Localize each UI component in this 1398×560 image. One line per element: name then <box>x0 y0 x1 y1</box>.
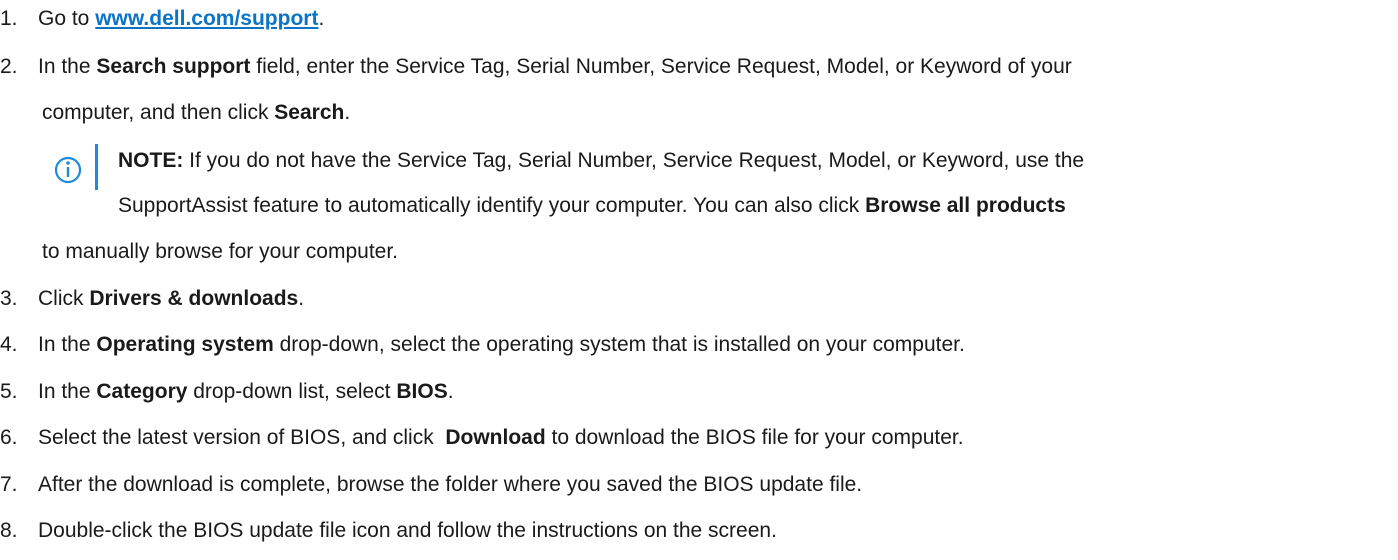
step-text: Select the latest version of BIOS, and c… <box>38 426 964 449</box>
step-text: Double-click the BIOS update file icon a… <box>38 519 777 542</box>
note-line-2: SupportAssist feature to automatically i… <box>118 194 1066 217</box>
step-number: 5. <box>0 380 18 403</box>
step-text: Go to www.dell.com/support. <box>38 7 325 30</box>
ui-term-search-support: Search support <box>96 55 251 78</box>
info-icon <box>54 144 98 190</box>
note-label: NOTE: <box>118 149 184 172</box>
bios-update-instructions: 1. Go to www.dell.com/support. 2. In the S… <box>0 0 1398 560</box>
ui-term-browse-all-products: Browse all products <box>865 194 1066 217</box>
ui-term-search: Search <box>274 101 345 124</box>
step-2-continuation: computer, and then click Search. <box>42 101 351 124</box>
note-line-3: to manually browse for your computer. <box>42 240 398 263</box>
ui-term-operating-system: Operating system <box>96 333 274 356</box>
dell-support-link[interactable]: www.dell.com/support <box>95 7 318 30</box>
ui-term-bios: BIOS <box>396 380 448 403</box>
step-number: 7. <box>0 473 18 496</box>
step-4: 4. In the Operating system drop-down, sel… <box>0 333 965 357</box>
step-text: In the Category drop-down list, select B… <box>38 380 454 403</box>
step-number: 3. <box>0 287 18 310</box>
step-1: 1. Go to www.dell.com/support. <box>0 7 324 31</box>
step-7: 7. After the download is complete, browse… <box>0 473 862 497</box>
step-text: Click Drivers & downloads. <box>38 287 305 310</box>
step-number: 1. <box>0 7 18 30</box>
step-8: 8. Double-click the BIOS update file icon… <box>0 519 777 543</box>
step-number: 8. <box>0 519 18 542</box>
step-number: 6. <box>0 426 18 449</box>
step-5: 5. In the Category drop-down list, select… <box>0 380 454 404</box>
step-text: After the download is complete, browse t… <box>38 473 863 496</box>
step-text: In the Operating system drop-down, selec… <box>38 333 965 356</box>
step-2: 2. In the Search support field, enter the… <box>0 55 1072 79</box>
note-line-1: NOTE: If you do not have the Service Tag… <box>118 149 1085 172</box>
ui-term-drivers-downloads: Drivers & downloads <box>89 287 299 310</box>
step-number: 2. <box>0 55 18 78</box>
step-number: 4. <box>0 333 18 356</box>
ui-term-category: Category <box>96 380 188 403</box>
ui-term-download: Download <box>445 426 546 449</box>
step-text: In the Search support field, enter the S… <box>38 55 1072 78</box>
step-6: 6. Select the latest version of BIOS, and… <box>0 426 964 450</box>
step-3: 3. Click Drivers & downloads. <box>0 287 304 311</box>
